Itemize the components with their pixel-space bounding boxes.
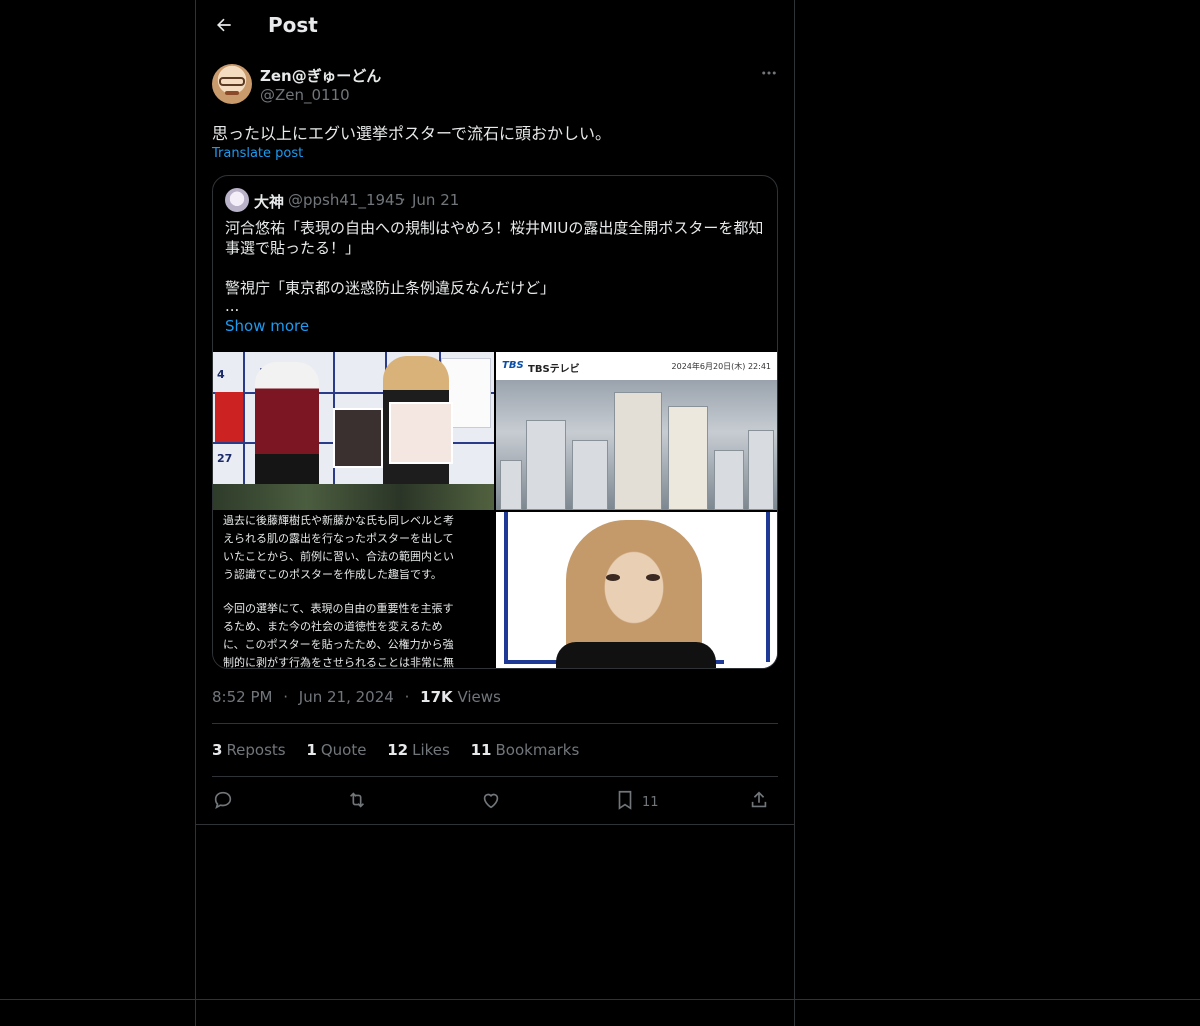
- quoted-text-line: 警視庁「東京都の迷惑防止条例違反なんだけど」: [225, 279, 556, 297]
- action-bar: 11: [212, 788, 778, 816]
- bookmarks-stat[interactable]: 11 Bookmarks: [471, 741, 580, 759]
- back-button[interactable]: [210, 13, 238, 41]
- page-title: Post: [268, 13, 318, 37]
- post-time[interactable]: 8:52 PM: [212, 688, 272, 706]
- media-image-3[interactable]: 過去に後藤輝樹氏や新藤かな氏も同レベルと考 えられる肌の露出を行なったポスターを…: [213, 512, 494, 669]
- views-count: 17K: [420, 688, 453, 706]
- share-button[interactable]: [748, 788, 770, 816]
- show-more-link[interactable]: Show more: [225, 317, 309, 335]
- reply-button[interactable]: [212, 788, 234, 816]
- media-image-1[interactable]: 4 3 11 27 28: [213, 352, 494, 510]
- author-display-name[interactable]: Zen@ぎゅーどん: [260, 65, 381, 86]
- image-text-line: 制的に剥がす行為をさせられることは非常に無: [223, 656, 454, 669]
- quoted-separator: ·: [401, 191, 406, 209]
- quoted-text-line: 事選で貼ったる！」: [225, 239, 361, 257]
- quoted-handle: @ppsh41_1945: [288, 191, 405, 209]
- reply-icon: [212, 789, 234, 815]
- media-grid: 4 3 11 27 28 TBS TBSテレビ 2024年6月20日: [213, 352, 777, 669]
- image-text-line: 過去に後藤輝樹氏や新藤かな氏も同レベルと考: [223, 514, 454, 527]
- post-date[interactable]: Jun 21, 2024: [299, 688, 394, 706]
- back-arrow-icon: [214, 15, 234, 39]
- meta-separator: ·: [404, 688, 410, 706]
- views-label: Views: [457, 688, 501, 706]
- quoted-display-name: 大神: [254, 193, 285, 211]
- tbs-logo: TBS: [502, 360, 524, 371]
- city-skyline: [496, 380, 777, 510]
- retweet-button[interactable]: [346, 788, 368, 816]
- bookmark-count: 11: [642, 794, 659, 810]
- divider: [212, 723, 778, 724]
- image-text-line: いたことから、前例に習い、合法の範囲内とい: [223, 550, 454, 563]
- engagement-stats: 3 Reposts 1 Quote 12 Likes 11 Bookmarks: [212, 741, 595, 759]
- divider: [212, 776, 778, 777]
- post-header: Post: [196, 0, 794, 54]
- author-handle[interactable]: @Zen_0110: [260, 86, 350, 104]
- image-text-line: う認識でこのポスターを作成した趣旨です。: [223, 568, 442, 581]
- post-meta: 8:52 PM · Jun 21, 2024 · 17K Views: [212, 688, 501, 706]
- board-number: 4: [217, 368, 225, 381]
- board-number: 27: [217, 452, 233, 465]
- bookmark-button[interactable]: 11: [614, 788, 659, 816]
- image-text-line: えられる肌の露出を行なったポスターを出して: [223, 532, 454, 545]
- media-image-4[interactable]: [496, 512, 777, 668]
- share-icon: [748, 789, 770, 815]
- image-text-line: に、このポスターを貼ったため、公権力から強: [223, 638, 454, 651]
- quoted-text-line: 河合悠祐「表現の自由への規制はやめろ！桜井MIUの露出度全開ポスターを都知: [225, 219, 764, 237]
- page-divider: [0, 999, 1200, 1000]
- like-button[interactable]: [480, 788, 502, 816]
- quoted-post[interactable]: 大神 @ppsh41_1945 · Jun 21 河合悠祐「表現の自由への規制は…: [212, 175, 778, 669]
- post-bottom-border: [196, 824, 794, 825]
- meta-separator: ·: [283, 688, 289, 706]
- more-icon: [760, 64, 778, 86]
- likes-stat[interactable]: 12 Likes: [387, 741, 450, 759]
- tbs-name: TBSテレビ: [528, 364, 580, 375]
- quoted-avatar: [225, 188, 249, 212]
- retweet-icon: [346, 789, 368, 815]
- post-text: 思った以上にエグい選挙ポスターで流石に頭おかしい。: [212, 124, 612, 143]
- image-text-line: 今回の選挙にて、表現の自由の重要性を主張す: [223, 602, 454, 615]
- reposts-stat[interactable]: 3 Reposts: [212, 741, 286, 759]
- quoted-date: Jun 21: [412, 191, 460, 209]
- media-image-2[interactable]: TBS TBSテレビ 2024年6月20日(木) 22:41: [496, 352, 777, 510]
- author-avatar[interactable]: [212, 64, 252, 104]
- like-icon: [480, 789, 502, 815]
- more-button[interactable]: [758, 64, 780, 86]
- quoted-text-line: ...: [225, 297, 240, 315]
- quotes-stat[interactable]: 1 Quote: [306, 741, 366, 759]
- bookmark-icon: [614, 789, 636, 815]
- image-text-line: るため、また今の社会の道徳性を変えるため: [223, 620, 443, 633]
- translate-post-link[interactable]: Translate post: [212, 146, 303, 161]
- primary-column: Post Zen@ぎゅーどん @Zen_0110 思った以上にエグい選挙ポスター…: [195, 0, 795, 1026]
- tbs-timestamp: 2024年6月20日(木) 22:41: [671, 362, 771, 371]
